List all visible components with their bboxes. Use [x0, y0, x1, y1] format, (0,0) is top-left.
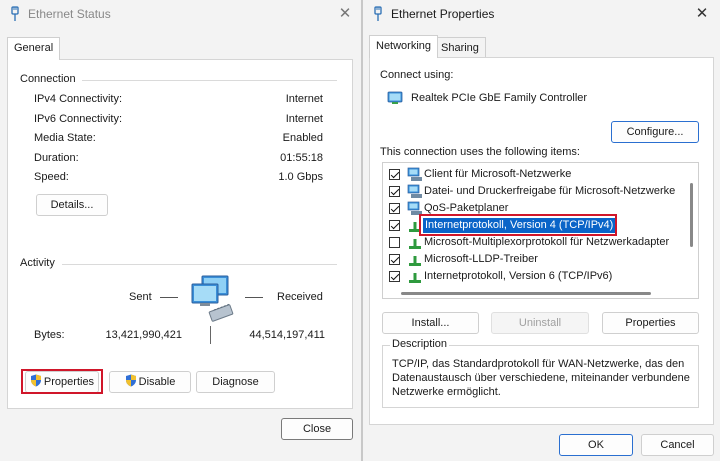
item-checkbox[interactable] — [389, 254, 400, 265]
activity-group-label: Activity — [20, 257, 55, 269]
items-label: This connection uses the following items… — [380, 146, 580, 158]
received-line — [245, 297, 263, 298]
disable-label: Disable — [138, 376, 176, 388]
network-plug-icon — [11, 6, 19, 21]
activity-divider — [62, 264, 337, 265]
description-text-line-1: TCP/IP, das Standardprotokoll für WAN-Ne… — [392, 358, 685, 370]
disable-button[interactable]: Disable — [109, 371, 191, 393]
item-properties-button[interactable]: Properties — [602, 312, 699, 334]
install-button[interactable]: Install... — [382, 312, 479, 334]
general-panel — [7, 59, 353, 409]
horizontal-scrollbar[interactable] — [401, 292, 651, 295]
sent-label: Sent — [129, 291, 152, 303]
properties-window-title: Ethernet Properties — [391, 7, 495, 21]
received-label: Received — [277, 291, 323, 303]
details-button[interactable]: Details... — [36, 194, 108, 216]
item-checkbox[interactable] — [389, 186, 400, 197]
bytes-received-value: 44,514,197,411 — [249, 329, 325, 341]
list-item[interactable]: Internetprotokoll, Version 6 (TCP/IPv6) — [383, 268, 683, 285]
cancel-button[interactable]: Cancel — [641, 434, 714, 456]
list-item[interactable]: Microsoft-LLDP-Treiber — [383, 251, 683, 268]
close-button[interactable]: Close — [281, 418, 353, 440]
status-close-icon[interactable]: ✕ — [335, 4, 355, 24]
uac-shield-icon — [125, 374, 136, 387]
protocol-icon — [409, 273, 421, 283]
ipv4-connectivity-value: Internet — [285, 93, 323, 105]
network-adapter-icon — [387, 91, 403, 104]
sent-line — [160, 297, 178, 298]
status-titlebar: Ethernet Status ✕ — [0, 0, 361, 28]
connection-divider — [82, 80, 337, 81]
item-label: QoS-Paketplaner — [424, 202, 509, 214]
properties-titlebar: Ethernet Properties ✕ — [363, 0, 720, 28]
duration-value: 01:55:18 — [280, 152, 323, 164]
item-checkbox[interactable] — [389, 220, 400, 231]
description-label: Description — [390, 338, 450, 350]
item-label: Microsoft-Multiplexorprotokoll für Netzw… — [424, 236, 670, 248]
uninstall-button[interactable]: Uninstall — [491, 312, 589, 334]
description-text-line-3: Netzwerke ermöglicht. — [392, 386, 501, 398]
ipv6-connectivity-label: IPv6 Connectivity: — [34, 113, 123, 125]
bytes-separator — [210, 326, 211, 344]
network-computers-icon — [191, 275, 234, 322]
ok-button[interactable]: OK — [559, 434, 633, 456]
item-checkbox[interactable] — [389, 169, 400, 180]
tab-sharing[interactable]: Sharing — [434, 37, 486, 58]
properties-close-icon[interactable]: ✕ — [692, 4, 712, 24]
list-item[interactable]: Microsoft-Multiplexorprotokoll für Netzw… — [383, 234, 683, 251]
list-item[interactable]: Datei- und Druckerfreigabe für Microsoft… — [383, 183, 683, 200]
diagnose-button[interactable]: Diagnose — [196, 371, 275, 393]
protocol-icon — [409, 256, 421, 266]
adapter-name: Realtek PCIe GbE Family Controller — [411, 92, 588, 104]
protocol-icon — [409, 239, 421, 249]
item-label: Client für Microsoft-Netzwerke — [424, 168, 572, 180]
properties-highlight-box — [21, 369, 103, 394]
ipv4-highlight-box — [419, 214, 617, 236]
bytes-sent-value: 13,421,990,421 — [105, 329, 182, 341]
network-client-icon — [407, 167, 422, 181]
file-share-icon — [407, 184, 422, 198]
ipv6-connectivity-value: Internet — [285, 113, 323, 125]
network-plug-icon — [374, 6, 382, 21]
configure-button[interactable]: Configure... — [611, 121, 699, 143]
duration-label: Duration: — [34, 152, 79, 164]
ethernet-status-window: Ethernet Status ✕ General Connection IPv… — [0, 0, 362, 461]
connection-group-label: Connection — [20, 73, 76, 85]
item-checkbox[interactable] — [389, 237, 400, 248]
item-label: Datei- und Druckerfreigabe für Microsoft… — [424, 185, 676, 197]
speed-value: 1.0 Gbps — [278, 171, 323, 183]
ipv4-connectivity-label: IPv4 Connectivity: — [34, 93, 123, 105]
item-checkbox[interactable] — [389, 203, 400, 214]
item-checkbox[interactable] — [389, 271, 400, 282]
status-window-title: Ethernet Status — [28, 7, 111, 21]
item-label: Internetprotokoll, Version 6 (TCP/IPv6) — [424, 270, 613, 282]
description-text-line-2: Datenaustausch über verschiedene, mitein… — [392, 372, 690, 384]
vertical-scrollbar[interactable] — [690, 183, 693, 247]
connect-using-label: Connect using: — [380, 69, 454, 81]
item-label: Microsoft-LLDP-Treiber — [424, 253, 538, 265]
speed-label: Speed: — [34, 171, 69, 183]
ethernet-properties-window: Ethernet Properties ✕ Networking Sharing… — [362, 0, 720, 461]
bytes-label: Bytes: — [34, 329, 65, 341]
list-item[interactable]: Client für Microsoft-Netzwerke — [383, 166, 683, 183]
media-state-label: Media State: — [34, 132, 96, 144]
media-state-value: Enabled — [282, 132, 323, 144]
tab-general[interactable]: General — [7, 37, 61, 60]
tab-networking[interactable]: Networking — [369, 35, 439, 58]
